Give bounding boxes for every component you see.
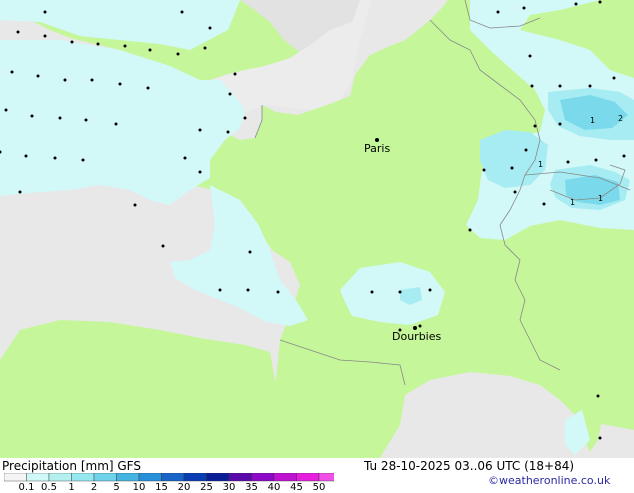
legend-swatch [251,473,275,482]
precip-value-label: 1 [538,160,544,169]
legend-tick-label: 0.5 [41,482,57,493]
legend-swatch [206,473,230,482]
legend-swatch [4,473,27,482]
precipitation-map [0,0,634,458]
legend-tick-label: 25 [200,482,213,493]
precip-value-label: 1 [590,116,596,125]
legend-tick-label: 35 [245,482,258,493]
legend-tick-label: 5 [113,482,120,493]
precip-value-label: 1 [570,198,576,207]
precip-value-label: 2 [618,114,624,123]
legend-swatch [318,473,334,482]
legend-tick-label: 15 [155,482,168,493]
legend-swatch [161,473,185,482]
legend-swatch [116,473,140,482]
legend-swatch [183,473,207,482]
city-label-paris: Paris [364,142,391,155]
precip-value-label: 1 [598,194,604,203]
legend-swatch [71,473,95,482]
legend-tick-label: 0.1 [18,482,35,493]
legend-tick-label: 1 [68,482,75,493]
legend-tick-label: 10 [132,482,146,493]
legend-tick-label: 2 [90,482,98,493]
legend-tick-label: 20 [177,482,191,493]
legend-tick-label: 45 [290,482,303,493]
legend-tick-label: 50 [312,482,326,493]
legend-swatch [296,473,320,482]
legend-swatch [138,473,162,482]
legend-swatch [228,473,252,482]
legend-swatch [26,473,50,482]
city-label-dourbies: Dourbies [392,330,442,343]
legend-tick-label: 30 [222,482,236,493]
legend-swatch [273,473,297,482]
legend-swatch [93,473,117,482]
copyright-text: ©weatheronline.co.uk [488,474,611,487]
map-title: Precipitation [mm] GFS [2,459,141,473]
map-datetime: Tu 28-10-2025 03..06 UTC (18+84) [364,459,575,473]
legend-swatch [48,473,72,482]
legend-tick-label: 40 [267,482,281,493]
